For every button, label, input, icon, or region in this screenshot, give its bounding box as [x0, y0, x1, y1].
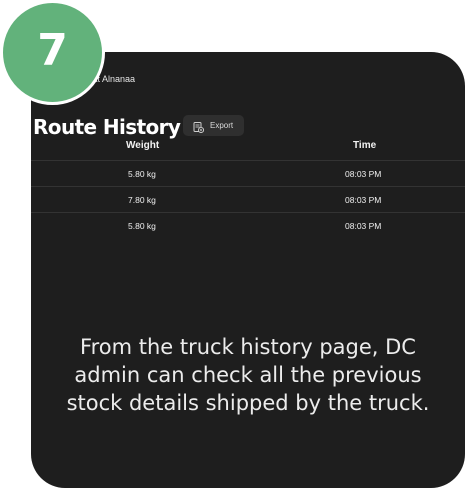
table-row[interactable]: 7.80 kg 08:03 PM — [31, 186, 465, 212]
export-button[interactable]: Export — [183, 115, 244, 136]
table-row[interactable]: 5.80 kg 08:03 PM — [31, 212, 465, 238]
export-button-label: Export — [210, 121, 234, 130]
export-icon — [193, 120, 205, 134]
caption-line: admin can check all the previous — [74, 363, 422, 387]
column-header-weight[interactable]: Weight — [126, 140, 159, 151]
step-badge: 7 — [0, 0, 105, 105]
table-header: Weight Time — [31, 140, 465, 160]
caption-line: From the truck history page, DC — [80, 335, 416, 359]
caption-text: From the truck history page, DC admin ca… — [31, 333, 465, 417]
weight-cell: 5.80 kg — [128, 221, 156, 231]
table-row[interactable]: 5.80 kg 08:03 PM — [31, 160, 465, 186]
weight-cell: 7.80 kg — [128, 195, 156, 205]
time-cell: 08:03 PM — [345, 169, 382, 179]
column-header-time[interactable]: Time — [353, 140, 376, 151]
page-title: Route History — [33, 115, 181, 139]
caption-line: stock details shipped by the truck. — [66, 391, 430, 415]
step-number: 7 — [37, 24, 68, 76]
time-cell: 08:03 PM — [345, 221, 382, 231]
weight-cell: 5.80 kg — [128, 169, 156, 179]
route-history-table: Weight Time 5.80 kg 08:03 PM 7.80 kg 08:… — [31, 140, 465, 238]
time-cell: 08:03 PM — [345, 195, 382, 205]
